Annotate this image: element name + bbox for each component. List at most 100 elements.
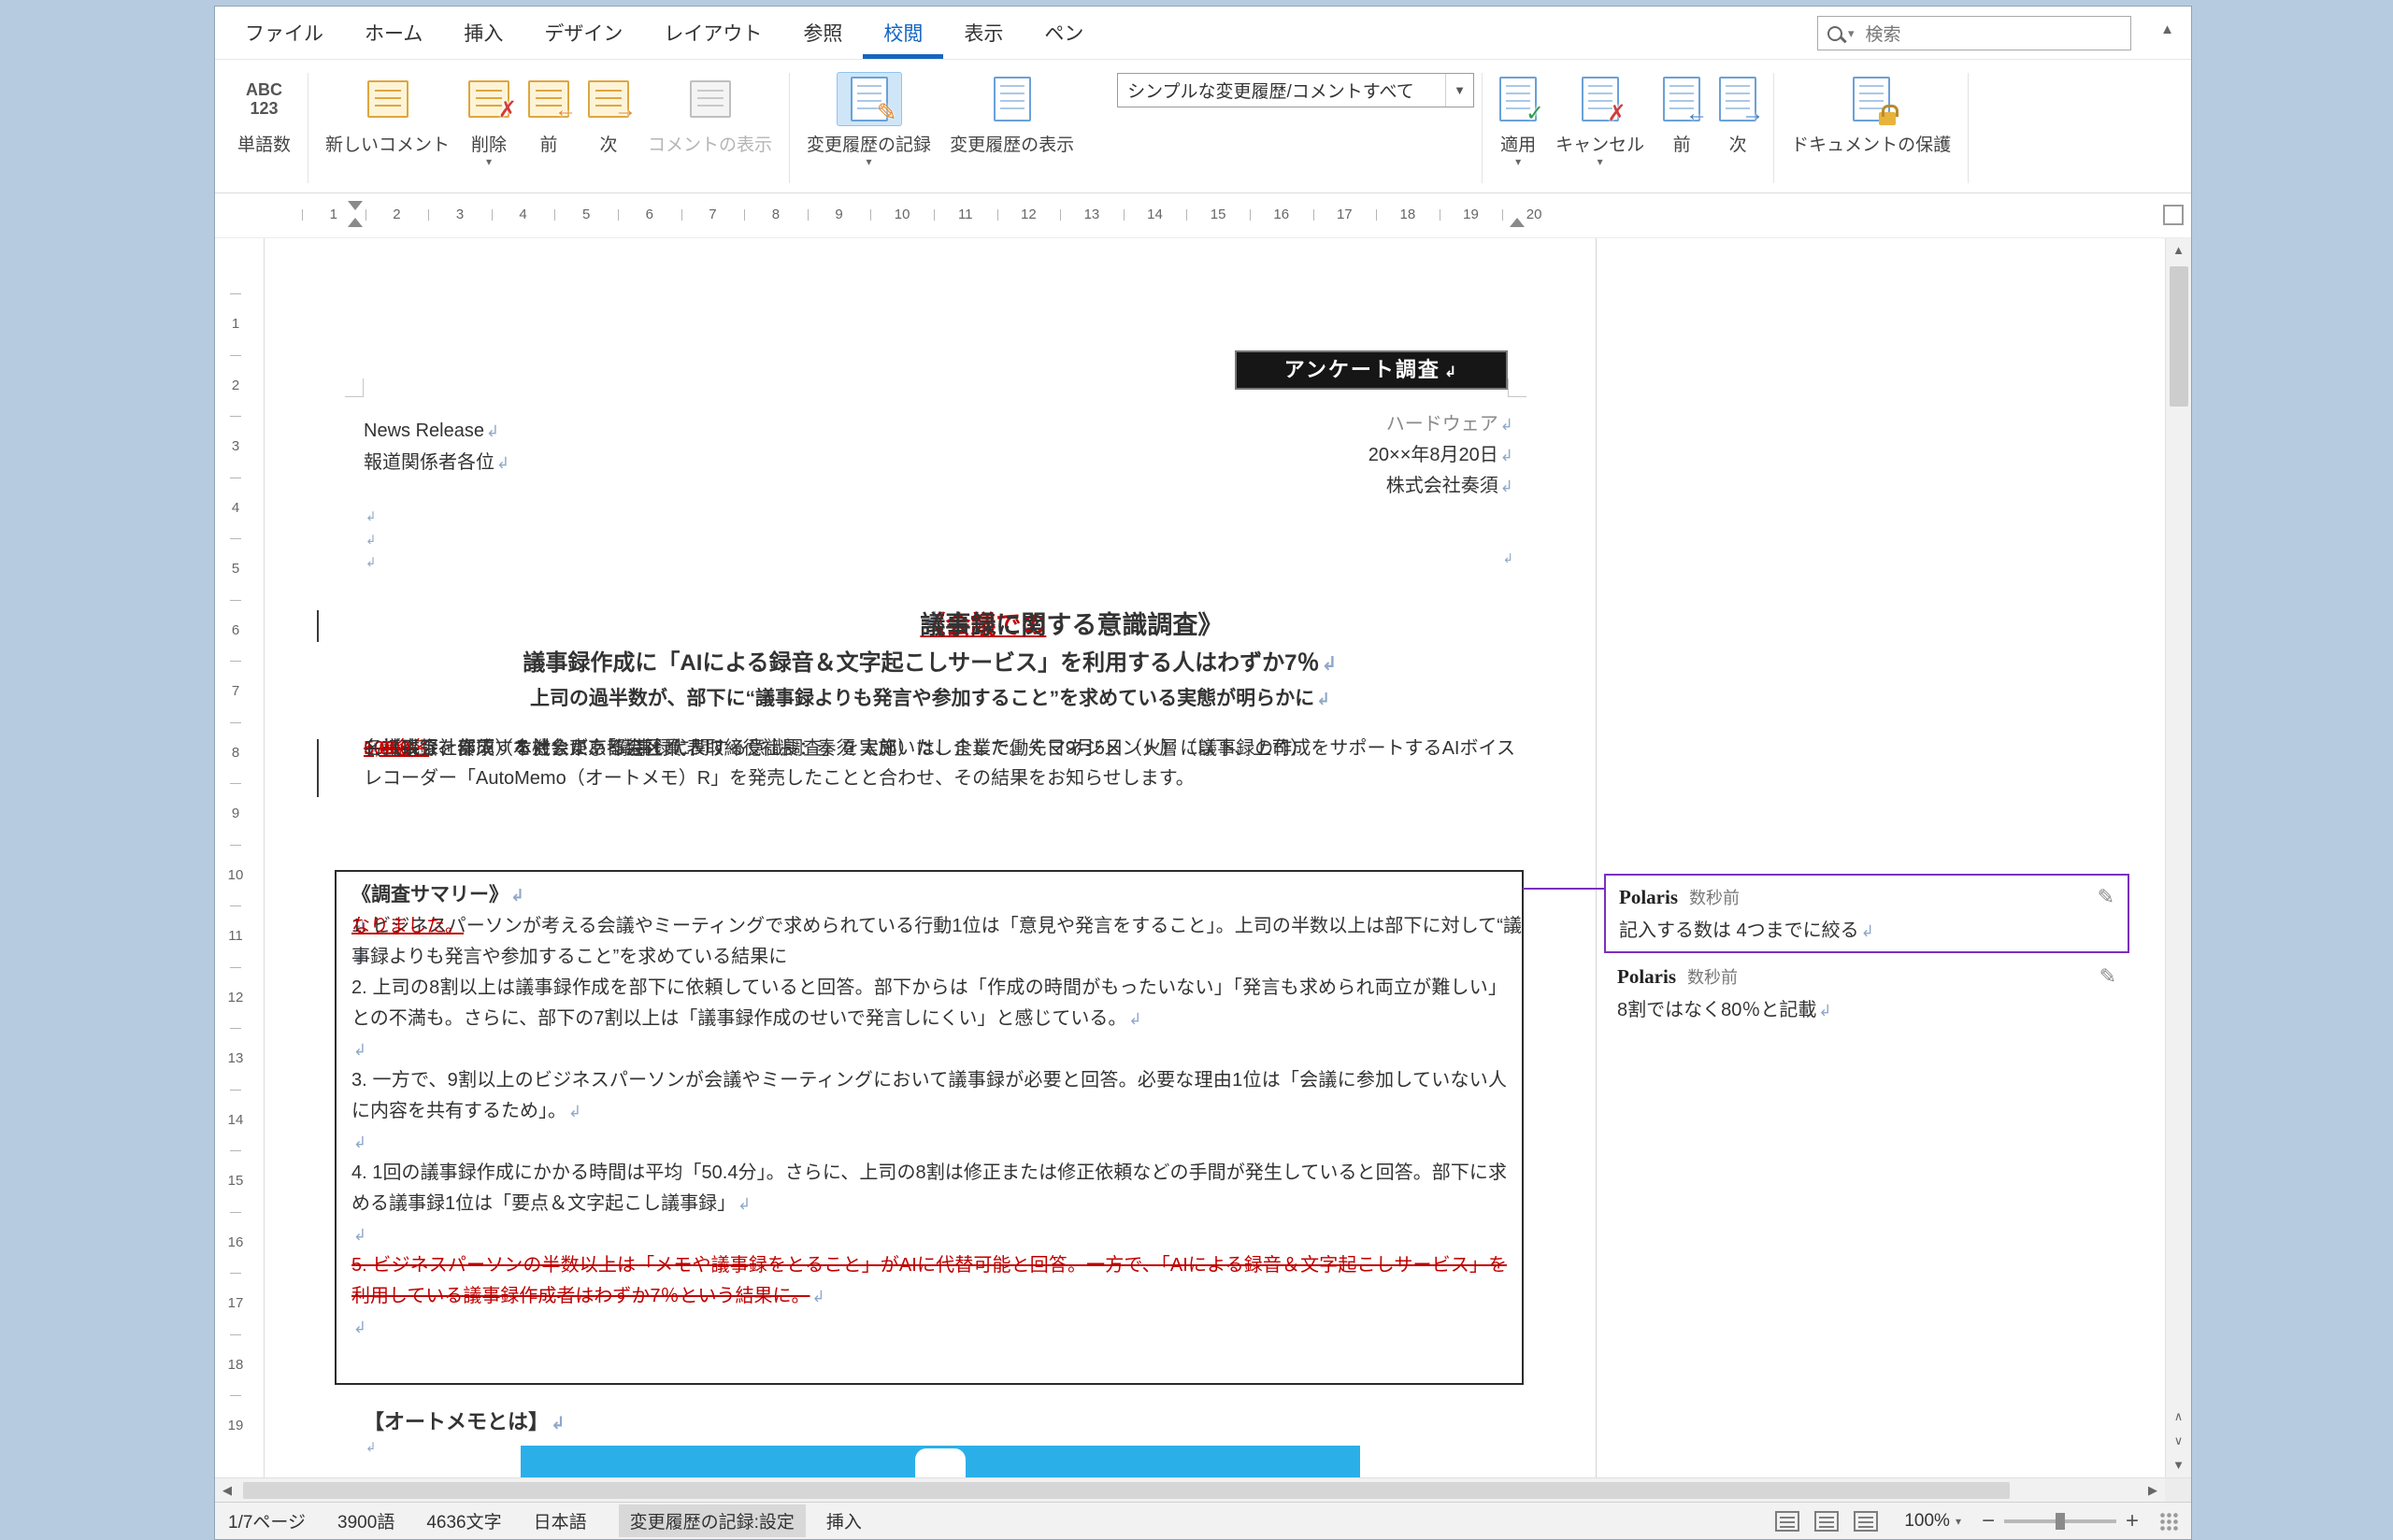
tab-references[interactable]: 参照 <box>782 7 863 59</box>
right-indent-marker[interactable] <box>1510 218 1525 227</box>
track-changes-dropdown-caret-icon[interactable]: ▾ <box>867 156 872 167</box>
comment-time: 数秒前 <box>1687 964 1738 989</box>
zoom-in-button[interactable]: + <box>2120 1508 2144 1534</box>
ruler-number: 14 <box>1124 201 1187 229</box>
paragraph-mark <box>351 1312 1507 1343</box>
insert-mode-indicator[interactable]: 挿入 <box>826 1508 862 1533</box>
zoom-slider[interactable] <box>2004 1519 2116 1523</box>
scroll-up-icon[interactable]: ▲ <box>2166 238 2191 263</box>
category-line: ハードウェア <box>1368 409 1513 440</box>
comment-text: 8割ではなく80％と記載 <box>1617 994 2116 1021</box>
accept-dropdown-caret-icon[interactable]: ▾ <box>1515 156 1521 167</box>
show-comments-icon <box>690 80 731 118</box>
ruler-number: 11 <box>218 905 253 967</box>
delete-comment-button[interactable]: ✗ 削除 ▾ <box>459 67 519 169</box>
tab-review[interactable]: 校閲 <box>863 7 943 59</box>
tab-file[interactable]: ファイル <box>224 7 344 59</box>
scroll-left-icon[interactable]: ◀ <box>215 1478 239 1502</box>
release-meta-block: ハードウェア 20××年8月20日 株式会社奏須 <box>1368 409 1513 502</box>
scroll-right-icon[interactable]: ▶ <box>2141 1478 2165 1502</box>
comment-card-2[interactable]: Polaris 数秒前 ✎ 8割ではなく80％と記載 <box>1604 955 2129 1031</box>
ruler-number: 2 <box>218 355 253 417</box>
char-count-indicator[interactable]: 4636文字 <box>426 1508 501 1533</box>
next-comment-button[interactable]: → 次 <box>579 67 638 158</box>
previous-change-button[interactable]: ← 前 <box>1654 67 1710 158</box>
tab-design[interactable]: デザイン <box>523 7 643 59</box>
paragraph-mark <box>364 532 376 549</box>
ruler-number: 2 <box>365 201 429 229</box>
paragraph-mark <box>351 1034 1507 1065</box>
language-indicator[interactable]: 日本語 <box>534 1508 587 1533</box>
summary-item-1: 1. ビジネスパーソンが考える会議やミーティングで求められている行動1位は「意見… <box>351 911 1507 942</box>
protect-document-button[interactable]: ドキュメントの保護 <box>1782 67 1960 158</box>
company-line: 株式会社奏須 <box>1368 471 1513 502</box>
track-changes-record-button[interactable]: ✎ 変更履歴の記録 ▾ <box>797 67 940 169</box>
summary-item-5-deleted: 5. ビジネスパーソンの半数以上は「メモや議事録をとること」がAIに代替可能と回… <box>351 1250 1507 1312</box>
previous-comment-button[interactable]: ← 前 <box>519 67 579 158</box>
ruler-number: 11 <box>934 201 997 229</box>
combo-caret-icon[interactable]: ▼ <box>1445 74 1473 107</box>
changes-display-mode-select[interactable]: シンプルな変更履歴/コメントすべて ▼ <box>1117 73 1474 107</box>
scrollbar-corner <box>2165 1478 2191 1502</box>
automemo-heading: 【オートメモとは】 <box>364 1405 566 1435</box>
previous-page-icon[interactable]: ∧ <box>2166 1405 2191 1429</box>
reject-dropdown-caret-icon[interactable]: ▾ <box>1598 156 1603 167</box>
horizontal-scrollbar-thumb[interactable] <box>243 1482 2010 1499</box>
read-view-icon[interactable] <box>1775 1511 1799 1532</box>
zoom-out-button[interactable]: − <box>1976 1508 2000 1534</box>
paragraph-mark <box>364 1439 376 1456</box>
word-count-indicator[interactable]: 3900語 <box>337 1508 394 1533</box>
tab-pen[interactable]: ペン <box>1024 7 1104 59</box>
doc-subtitle-1: 議事録作成に「AIによる録音＆文字起こしサービス」を利用する人はわずか7％ <box>265 644 1596 677</box>
edit-comment-icon[interactable]: ✎ <box>2098 885 2114 909</box>
next-change-button[interactable]: → 次 <box>1710 67 1766 158</box>
first-line-indent-marker[interactable] <box>348 201 363 210</box>
next-page-icon[interactable]: ∨ <box>2166 1429 2191 1453</box>
word-count-button[interactable]: ABC 123 単語数 <box>228 67 300 158</box>
vertical-ruler: 12345678910111213141516171819 <box>218 238 253 1457</box>
accept-change-icon: ✓ <box>1499 77 1537 121</box>
vertical-scrollbar[interactable]: ▲ ∧ ∨ ▼ <box>2165 238 2191 1477</box>
ruler-number: 16 <box>218 1212 253 1274</box>
tab-insert[interactable]: 挿入 <box>443 7 523 59</box>
show-changes-button[interactable]: 変更履歴の表示 <box>940 67 1083 158</box>
horizontal-ruler-numbers: 1234567891011121314151617181920 <box>302 201 1566 229</box>
zoom-level[interactable]: 100% <box>1904 1511 1950 1532</box>
ruler-number: 3 <box>428 201 492 229</box>
edit-comment-icon[interactable]: ✎ <box>2099 964 2116 989</box>
tab-layout[interactable]: レイアウト <box>643 7 782 59</box>
page-indicator: 1/7ページ <box>228 1508 306 1533</box>
accept-change-button[interactable]: ✓ 適用 ▾ <box>1490 67 1546 169</box>
doc-title: 《会議での議事録に関する意識調査》 <box>265 605 1596 634</box>
search-dropdown-caret-icon[interactable]: ▾ <box>1848 26 1855 41</box>
comment-time: 数秒前 <box>1689 885 1740 909</box>
collapse-ribbon-icon[interactable]: ▲ <box>2160 21 2174 37</box>
delete-dropdown-caret-icon[interactable]: ▾ <box>486 156 492 167</box>
horizontal-scrollbar[interactable]: ◀ ▶ <box>215 1477 2191 1502</box>
track-changes-status[interactable]: 変更履歴の記録:設定 <box>619 1504 806 1537</box>
print-layout-icon[interactable] <box>1814 1511 1839 1532</box>
word-count-icon: ABC 123 <box>246 80 282 118</box>
vertical-scrollbar-thumb[interactable] <box>2170 266 2188 406</box>
reject-change-button[interactable]: ✗ キャンセル ▾ <box>1546 67 1654 169</box>
comment-card-1[interactable]: Polaris 数秒前 ✎ 記入する数は 4つまでに絞る <box>1604 874 2129 953</box>
ruler-number: 4 <box>218 478 253 539</box>
group-divider <box>1773 73 1774 183</box>
ruler-number: 5 <box>218 538 253 600</box>
zoom-caret-icon[interactable]: ▾ <box>1956 1515 1961 1528</box>
comment-author: Polaris <box>1619 886 1678 909</box>
search-input[interactable]: ▾ 検索 <box>1817 16 2131 50</box>
web-layout-icon[interactable] <box>1854 1511 1878 1532</box>
new-comment-button[interactable]: 新しいコメント <box>316 67 459 158</box>
zoom-slider-thumb[interactable] <box>2056 1513 2065 1530</box>
ruler-number: 1 <box>218 293 253 355</box>
ruler-number: 8 <box>218 722 253 784</box>
tab-home[interactable]: ホーム <box>344 7 443 59</box>
left-indent-marker[interactable] <box>348 218 363 227</box>
tab-view[interactable]: 表示 <box>943 7 1024 59</box>
scroll-down-icon[interactable]: ▼ <box>2166 1453 2191 1477</box>
summary-heading: 《調査サマリー》 <box>351 879 1507 911</box>
ruler-toggle-icon[interactable] <box>2163 205 2184 225</box>
previous-change-icon: ← <box>1663 77 1700 121</box>
document-page[interactable]: アンケート調査 News Release 報道関係者各位 ハードウェア 20××… <box>264 238 1597 1477</box>
